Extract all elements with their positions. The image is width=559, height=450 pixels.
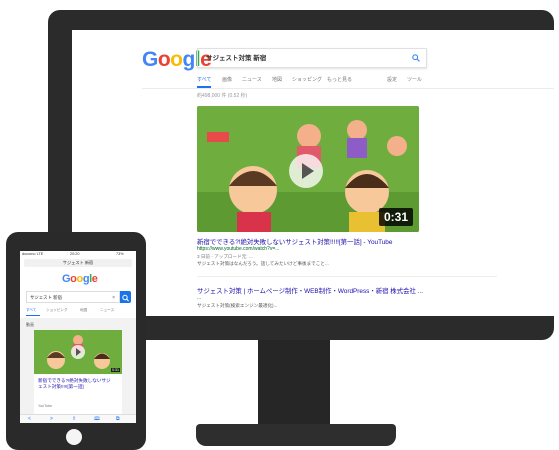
address-bar-text: サジェスト 新宿 <box>62 260 94 265</box>
search-button[interactable] <box>120 291 131 303</box>
tab-settings[interactable]: 設定 <box>387 76 397 83</box>
logo-letter: o <box>157 48 171 71</box>
play-button-icon[interactable] <box>289 154 323 188</box>
logo-letter: G <box>62 273 71 285</box>
video-duration-badge: 0:31 <box>378 208 413 226</box>
tab-maps[interactable]: 地図 <box>80 308 87 313</box>
monitor-stand-neck <box>258 340 330 426</box>
video-thumbnail[interactable]: 0:31 <box>197 106 419 232</box>
result-snippet: サジェスト対策(検索エンジン最適化)... <box>197 303 278 308</box>
home-button[interactable] <box>66 429 82 445</box>
search-icon <box>122 294 129 302</box>
logo-letter: o <box>170 48 183 71</box>
search-tabs: すべて 画像 ニュース 地図 ショッピング もっと見る 設定 ツール <box>197 76 447 86</box>
result-title-link[interactable]: サジェスト対策 | ホームページ制作・WEB制作・WordPress・新宿 株式… <box>197 286 423 295</box>
play-button-icon[interactable] <box>71 345 85 359</box>
logo-letter: G <box>142 48 158 71</box>
search-query-text: サジェスト 新宿 <box>30 295 62 300</box>
result-meta: 3 日前 - アップロード元: ... <box>197 254 253 259</box>
search-input[interactable]: サジェスト 新宿 × <box>26 291 120 303</box>
active-tab-indicator <box>26 315 40 316</box>
section-label: 動画 <box>26 322 34 327</box>
search-input[interactable]: サジェスト対策 新宿 <box>197 48 427 68</box>
tab-tools[interactable]: ツール <box>407 76 422 83</box>
result-divider <box>197 276 497 277</box>
address-bar[interactable]: サジェスト 新宿 <box>24 259 132 267</box>
video-source: YouTube <box>38 404 53 408</box>
video-title-link[interactable]: 新宿でできる?!絶対失敗しないサジェスト対策!!!!![第一話] <box>38 378 114 390</box>
forward-icon[interactable]: > <box>50 416 53 422</box>
tab-maps[interactable]: 地図 <box>272 76 282 83</box>
result-stats: 約498,000 件 (0.52 秒) <box>197 93 248 99</box>
battery-label: 73% <box>116 252 124 256</box>
tab-all[interactable]: すべて <box>26 308 36 313</box>
bookmarks-icon[interactable]: 🕮 <box>94 416 100 423</box>
tabs-icon[interactable]: ⧉ <box>116 416 120 422</box>
tab-more[interactable]: もっと見る <box>327 76 352 83</box>
back-icon[interactable]: < <box>28 416 31 422</box>
search-icon[interactable] <box>412 54 420 62</box>
tab-news[interactable]: ニュース <box>100 308 114 313</box>
tab-images[interactable]: 画像 <box>222 76 232 83</box>
clock-label: 20:20 <box>70 252 80 256</box>
tab-shopping[interactable]: ショッピング <box>46 308 68 313</box>
share-icon[interactable]: ⇧ <box>72 416 76 422</box>
result-title-link[interactable]: 新宿でできる?!絶対失敗しないサジェスト対策!!!!![第一話] - YouTu… <box>197 237 392 246</box>
result-url: https://www.youtube.com/watch?v=... <box>197 246 280 252</box>
video-thumbnail[interactable]: 0:31 <box>34 330 122 374</box>
browser-toolbar: < > ⇧ 🕮 ⧉ <box>20 414 136 423</box>
result-snippet: サジェスト対策はなんだろう。話してみたいけど事後までこと... <box>197 261 329 266</box>
logo-letter: g <box>182 48 196 71</box>
monitor-stand-base <box>196 424 396 446</box>
tab-shopping[interactable]: ショッピング <box>292 76 322 83</box>
clear-icon[interactable]: × <box>112 292 115 304</box>
google-logo[interactable]: Google <box>62 273 98 285</box>
tab-all[interactable]: すべて <box>197 76 211 83</box>
tab-news[interactable]: ニュース <box>242 76 262 83</box>
phone-screen: docomo LTE 20:20 73% サジェスト 新宿 Google サジェ… <box>20 251 136 423</box>
carrier-label: docomo LTE <box>22 252 44 256</box>
search-query-text: サジェスト対策 新宿 <box>206 55 267 62</box>
video-duration-badge: 0:31 <box>111 368 120 372</box>
logo-letter: e <box>91 273 98 285</box>
result-url: ... <box>197 295 202 301</box>
tab-divider <box>142 88 554 89</box>
phone-status-bar: docomo LTE 20:20 73% <box>20 251 136 258</box>
